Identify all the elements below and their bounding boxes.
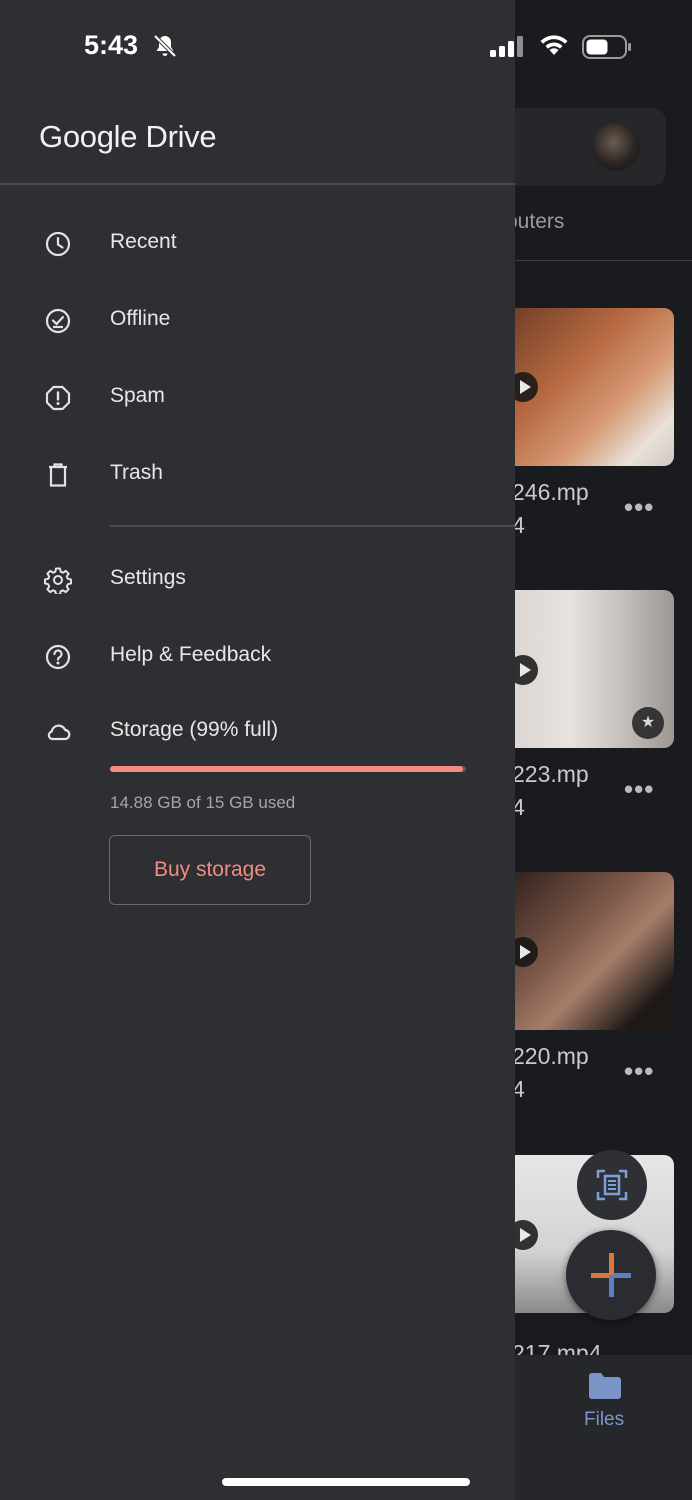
scan-icon — [596, 1169, 628, 1201]
storage-progress-fill — [110, 766, 464, 772]
drawer-item-label: Help & Feedback — [110, 643, 272, 666]
brand-title: Google Drive — [39, 119, 217, 154]
more-options-icon[interactable]: ••• — [624, 1056, 654, 1087]
drawer-item-storage[interactable]: Storage (99% full) — [0, 701, 515, 761]
drawer-item-help-feedback[interactable]: Help & Feedback — [0, 626, 515, 686]
trash-icon — [49, 463, 67, 487]
clock-icon — [45, 231, 71, 257]
more-options-icon[interactable]: ••• — [624, 492, 654, 523]
buy-storage-button[interactable]: Buy storage — [109, 835, 311, 905]
cloud-icon — [47, 724, 71, 741]
drawer-item-label: Recent — [110, 230, 177, 253]
drawer-item-spam[interactable]: Spam — [0, 367, 515, 427]
gear-icon — [44, 567, 72, 594]
more-options-icon[interactable]: ••• — [624, 774, 654, 805]
file-name: 246.mp 4 — [512, 479, 589, 538]
divider — [110, 525, 515, 527]
cellular-signal-icon — [490, 36, 523, 57]
home-indicator — [222, 1478, 470, 1486]
plus-icon — [591, 1253, 631, 1297]
storage-progress-bar — [110, 766, 466, 772]
file-name: 223.mp 4 — [512, 761, 589, 820]
wifi-icon — [540, 35, 568, 55]
avatar[interactable] — [592, 123, 640, 171]
drawer-item-label: Offline — [110, 307, 171, 330]
tab-divider — [515, 260, 692, 261]
bell-muted-icon — [153, 34, 177, 58]
drawer-item-recent[interactable]: Recent — [0, 213, 515, 273]
new-button[interactable] — [566, 1230, 656, 1320]
storage-used-text: 14.88 GB of 15 GB used — [110, 793, 296, 812]
drawer-item-label: Spam — [110, 384, 165, 407]
drawer-item-label: Trash — [110, 461, 163, 484]
status-time: 5:43 — [84, 30, 139, 60]
star-icon: ★ — [632, 707, 664, 739]
drawer-item-label: Settings — [110, 566, 186, 589]
drawer-item-offline[interactable]: Offline — [0, 290, 515, 350]
file-name: 217.mp4 — [512, 1340, 602, 1355]
help-icon — [45, 644, 71, 670]
scan-button[interactable] — [577, 1150, 647, 1220]
drawer-item-settings[interactable]: Settings — [0, 549, 515, 609]
file-name: 220.mp 4 — [512, 1043, 589, 1102]
navigation-drawer: Google Drive Recent Offline Spam Trash S… — [0, 0, 515, 1500]
drawer-item-trash[interactable]: Trash — [0, 444, 515, 504]
storage-label: Storage (99% full) — [110, 718, 279, 741]
status-bar: 5:43 — [0, 0, 692, 90]
folder-icon[interactable] — [588, 1372, 622, 1400]
spam-icon — [45, 385, 71, 411]
divider — [0, 183, 515, 185]
offline-check-icon — [45, 308, 71, 334]
nav-files-label[interactable]: Files — [584, 1409, 624, 1431]
battery-icon — [582, 35, 631, 59]
